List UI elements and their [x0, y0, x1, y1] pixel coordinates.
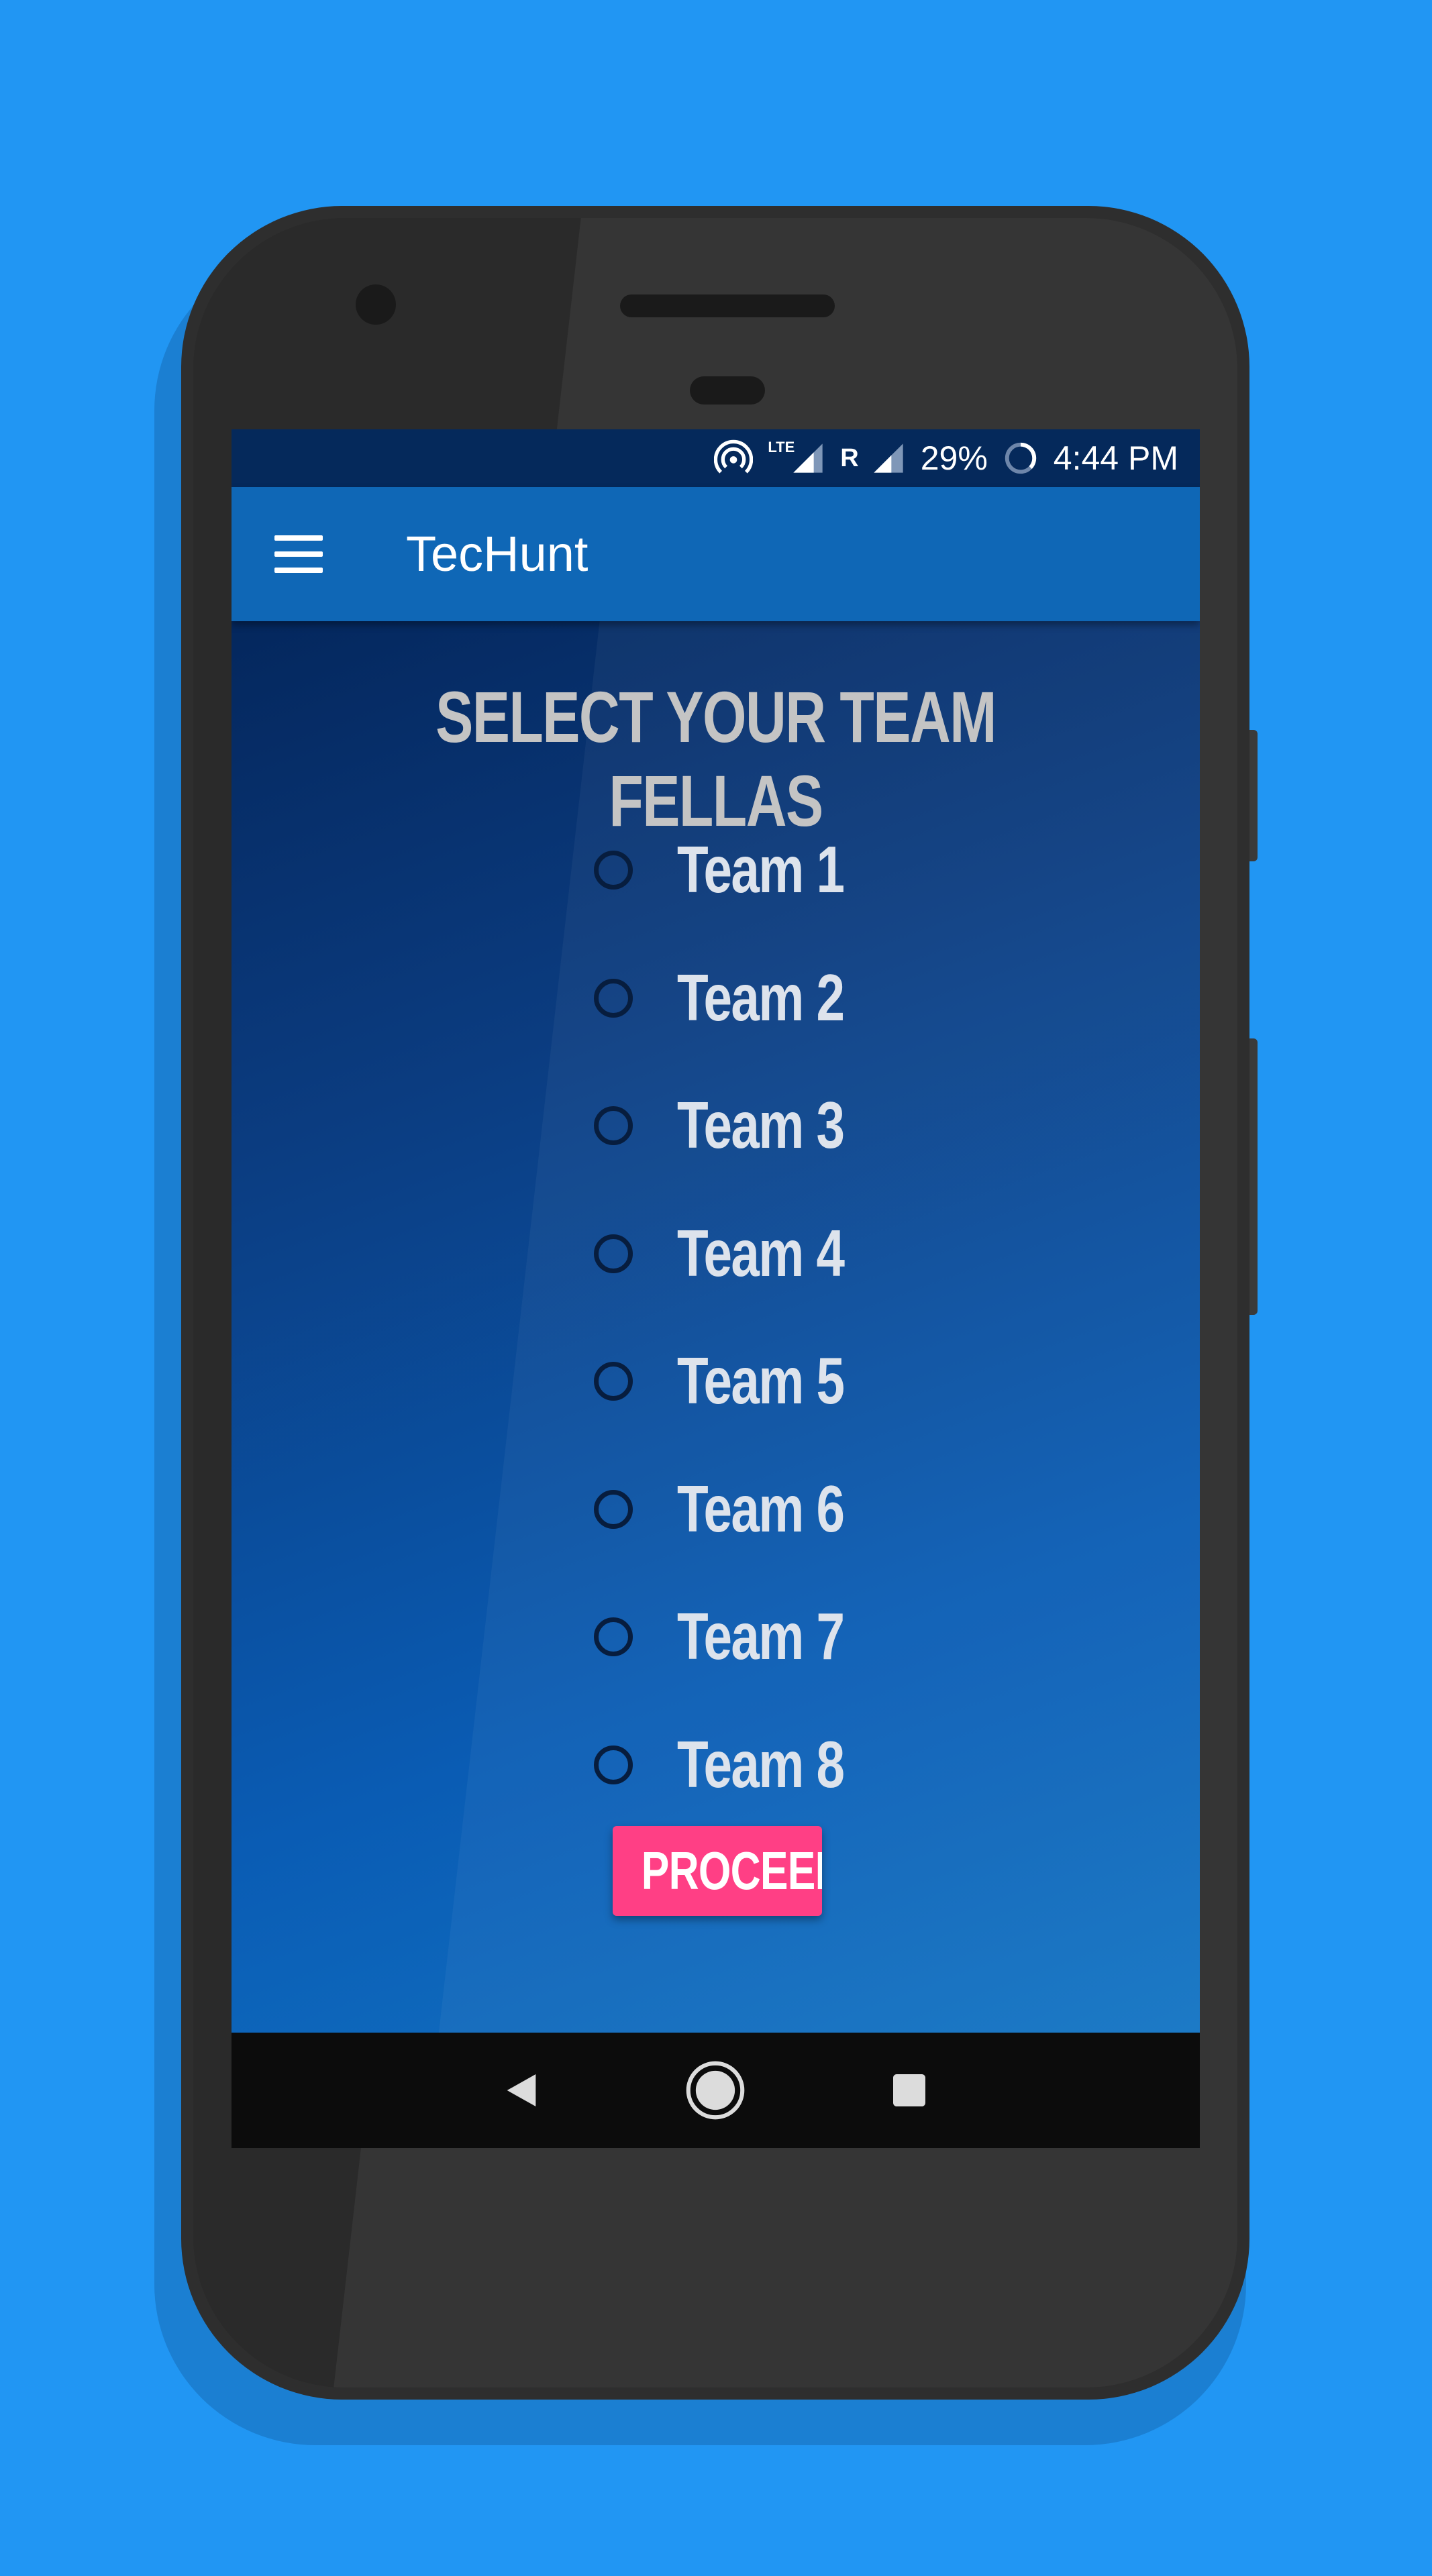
proceed-button[interactable]: PROCEED [613, 1826, 822, 1916]
system-nav-bar [232, 2033, 1200, 2148]
team-label: Team 1 [677, 833, 845, 906]
team-label: Team 8 [677, 1727, 845, 1801]
status-bar: LTE R 29% 4:44 PM [232, 429, 1200, 487]
lte-signal-icon: LTE [768, 438, 825, 478]
battery-percentage: 29% [920, 439, 988, 477]
app-bar: TecHunt [232, 487, 1200, 621]
radio-button[interactable] [594, 979, 633, 1018]
power-button [1249, 730, 1258, 861]
radio-button[interactable] [594, 1490, 633, 1529]
hotspot-icon [714, 438, 754, 478]
proceed-label: PROCEED [641, 1841, 822, 1900]
earpiece-speaker [620, 294, 835, 317]
team-label: Team 4 [677, 1216, 845, 1290]
radio-button[interactable] [594, 1106, 633, 1145]
phone-screen: LTE R 29% 4:44 PM TecHunt SELECT YOUR TE… [232, 429, 1200, 2148]
hamburger-menu-icon[interactable] [274, 535, 323, 573]
roaming-signal-icon: R [840, 438, 905, 478]
page-heading: SELECT YOUR TEAM FELLAS [436, 676, 996, 841]
back-icon[interactable] [484, 2053, 559, 2128]
radio-button[interactable] [594, 1234, 633, 1273]
team-selection-panel: SELECT YOUR TEAM FELLAS Team 1 Team 2 Te… [232, 621, 1200, 2033]
team-option-7[interactable]: Team 7 [594, 1591, 996, 1684]
radio-button[interactable] [594, 1746, 633, 1784]
lte-label: LTE [768, 439, 795, 455]
radio-button[interactable] [594, 1617, 633, 1656]
team-label: Team 2 [677, 961, 845, 1034]
team-option-8[interactable]: Team 8 [594, 1719, 996, 1813]
team-option-2[interactable]: Team 2 [594, 952, 996, 1046]
team-option-4[interactable]: Team 4 [594, 1208, 996, 1301]
team-option-3[interactable]: Team 3 [594, 1079, 996, 1173]
battery-saver-icon [1003, 438, 1039, 478]
team-label: Team 7 [677, 1599, 845, 1673]
proximity-sensor [690, 376, 765, 405]
team-label: Team 3 [677, 1088, 845, 1162]
radio-button[interactable] [594, 1362, 633, 1401]
radio-button[interactable] [594, 851, 633, 890]
team-label: Team 5 [677, 1344, 845, 1417]
front-camera [356, 284, 396, 325]
team-option-6[interactable]: Team 6 [594, 1463, 996, 1557]
status-clock: 4:44 PM [1053, 439, 1178, 477]
team-option-5[interactable]: Team 5 [594, 1335, 996, 1429]
team-option-1[interactable]: Team 1 [594, 824, 996, 918]
home-icon[interactable] [678, 2053, 753, 2128]
volume-rocker [1249, 1038, 1258, 1315]
app-title: TecHunt [406, 526, 589, 582]
team-label: Team 6 [677, 1472, 845, 1546]
roaming-label: R [840, 443, 859, 472]
recents-icon[interactable] [872, 2053, 947, 2128]
